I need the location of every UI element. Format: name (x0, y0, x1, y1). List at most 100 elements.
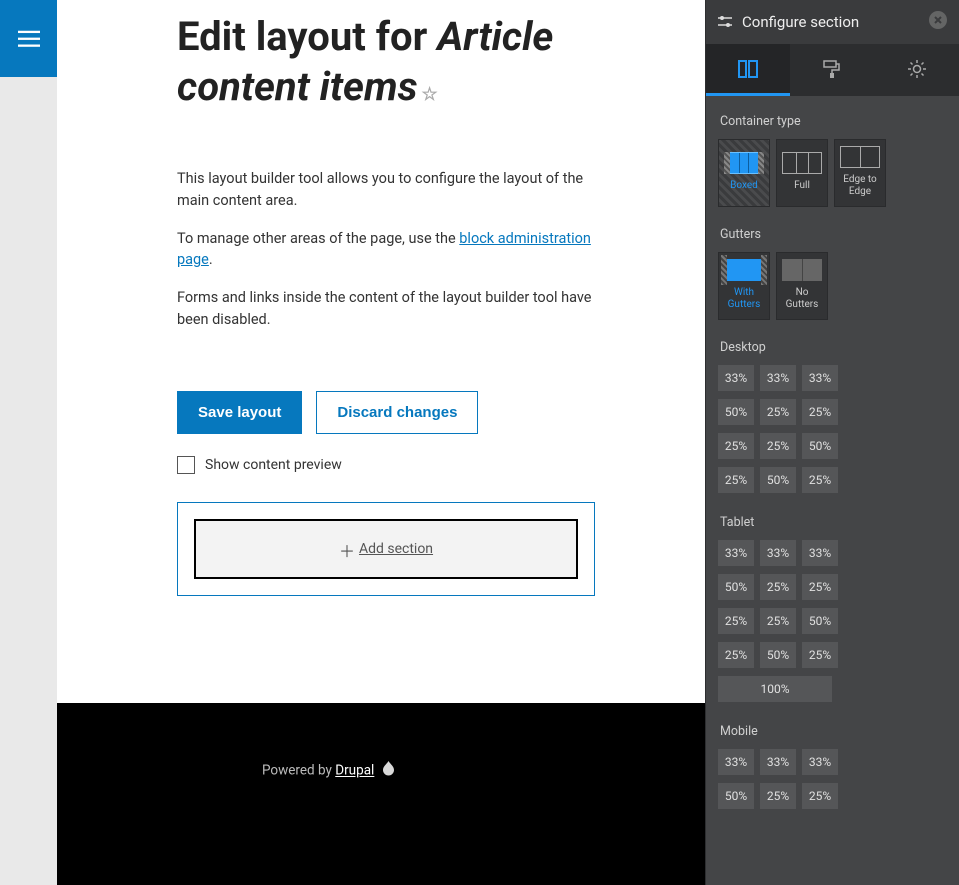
column-chip: 25% (760, 399, 796, 425)
plus-icon: ＋ (339, 538, 355, 562)
no-gutters-icon (782, 259, 822, 281)
gutters-with[interactable]: With Gutters (718, 252, 770, 320)
tablet-row[interactable]: 33%33%33% (718, 540, 947, 566)
tab-layout[interactable] (706, 44, 790, 96)
show-preview-label: Show content preview (205, 457, 342, 473)
column-chip: 50% (718, 574, 754, 600)
tablet-row[interactable]: 25%50%25% (718, 642, 947, 668)
main-area: Edit layout for Article content items☆ T… (57, 0, 705, 885)
tablet-row[interactable]: 100% (718, 676, 947, 702)
column-chip: 25% (760, 574, 796, 600)
desc-line-1: This layout builder tool allows you to c… (177, 168, 595, 212)
column-chip: 33% (802, 749, 838, 775)
boxed-swatch-icon (724, 152, 764, 174)
page-title: Edit layout for Article content items☆ (177, 12, 595, 112)
desktop-row[interactable]: 50%25%25% (718, 399, 947, 425)
column-chip: 33% (718, 365, 754, 391)
column-chip: 25% (718, 642, 754, 668)
full-swatch-icon (782, 152, 822, 174)
column-chip: 50% (718, 399, 754, 425)
column-chip: 50% (760, 642, 796, 668)
mobile-row[interactable]: 33%33%33% (718, 749, 947, 775)
action-bar: Save layout Discard changes (177, 391, 595, 434)
show-preview-toggle[interactable]: Show content preview (177, 456, 595, 474)
column-chip: 33% (718, 540, 754, 566)
add-section-button[interactable]: ＋ Add section (194, 519, 578, 579)
column-chip: 50% (802, 608, 838, 634)
discard-changes-button[interactable]: Discard changes (316, 391, 478, 434)
menu-toggle[interactable] (0, 0, 57, 77)
column-chip: 25% (760, 433, 796, 459)
footer-text: Powered by (262, 763, 335, 779)
desktop-row[interactable]: 25%50%25% (718, 467, 947, 493)
container-type-label: Container type (720, 114, 947, 129)
column-chip: 50% (802, 433, 838, 459)
column-chip: 25% (802, 574, 838, 600)
tablet-columns: Tablet 33%33%33%50%25%25%25%25%50%25%50%… (718, 515, 947, 702)
container-full[interactable]: Full (776, 139, 828, 207)
edge-swatch-icon (840, 146, 880, 168)
layout-canvas: ＋ Add section (177, 502, 595, 596)
tab-settings[interactable] (875, 44, 959, 96)
panel-tabs (706, 44, 959, 96)
column-chip: 100% (718, 676, 832, 702)
close-panel-button[interactable] (929, 11, 947, 33)
column-chip: 25% (802, 399, 838, 425)
column-chip: 33% (802, 540, 838, 566)
drupal-link[interactable]: Drupal (335, 763, 374, 779)
drupal-icon (382, 761, 395, 781)
column-chip: 25% (802, 642, 838, 668)
layout-icon (738, 59, 758, 79)
sliders-icon (718, 15, 732, 29)
footer: Powered by Drupal (57, 703, 705, 885)
column-chip: 33% (760, 749, 796, 775)
column-chip: 25% (760, 608, 796, 634)
desktop-row[interactable]: 25%25%50% (718, 433, 947, 459)
desc-line-3: Forms and links inside the content of th… (177, 287, 595, 331)
paint-roller-icon (822, 59, 842, 79)
mobile-columns: Mobile 33%33%33%50%25%25% (718, 724, 947, 809)
container-boxed[interactable]: Boxed (718, 139, 770, 207)
column-chip: 50% (718, 783, 754, 809)
checkbox-icon (177, 456, 195, 474)
gear-icon (907, 59, 927, 79)
column-chip: 50% (760, 467, 796, 493)
column-chip: 33% (718, 749, 754, 775)
configure-section-panel: Configure section Container type Boxed (705, 0, 959, 885)
column-chip: 25% (718, 467, 754, 493)
gutters-label: Gutters (720, 227, 947, 242)
hamburger-icon (18, 30, 40, 48)
column-chip: 25% (760, 783, 796, 809)
favorite-star-icon[interactable]: ☆ (422, 84, 438, 105)
desktop-row[interactable]: 33%33%33% (718, 365, 947, 391)
gutters-options: With Gutters No Gutters (718, 252, 947, 320)
tab-style[interactable] (790, 44, 874, 96)
column-chip: 33% (760, 540, 796, 566)
column-chip: 25% (802, 467, 838, 493)
container-type-options: Boxed Full Edge to Edge (718, 139, 947, 207)
description: This layout builder tool allows you to c… (177, 168, 595, 331)
column-chip: 25% (718, 433, 754, 459)
desktop-columns: Desktop 33%33%33%50%25%25%25%25%50%25%50… (718, 340, 947, 493)
mobile-label: Mobile (720, 724, 947, 739)
title-prefix: Edit layout for (177, 13, 427, 60)
desktop-label: Desktop (720, 340, 947, 355)
mobile-row[interactable]: 50%25%25% (718, 783, 947, 809)
column-chip: 25% (718, 608, 754, 634)
close-icon (929, 11, 947, 29)
container-edge[interactable]: Edge to Edge (834, 139, 886, 207)
desc-line-2: To manage other areas of the page, use t… (177, 228, 595, 272)
panel-scroll[interactable]: Container type Boxed Full Edge to Edge G… (706, 96, 959, 885)
tablet-row[interactable]: 50%25%25% (718, 574, 947, 600)
gutters-without[interactable]: No Gutters (776, 252, 828, 320)
tablet-label: Tablet (720, 515, 947, 530)
save-layout-button[interactable]: Save layout (177, 391, 302, 434)
column-chip: 33% (760, 365, 796, 391)
column-chip: 25% (802, 783, 838, 809)
panel-title: Configure section (742, 13, 859, 31)
tablet-row[interactable]: 25%25%50% (718, 608, 947, 634)
column-chip: 33% (802, 365, 838, 391)
with-gutters-icon (724, 259, 764, 281)
panel-header: Configure section (706, 0, 959, 44)
add-section-label: Add section (359, 541, 433, 557)
